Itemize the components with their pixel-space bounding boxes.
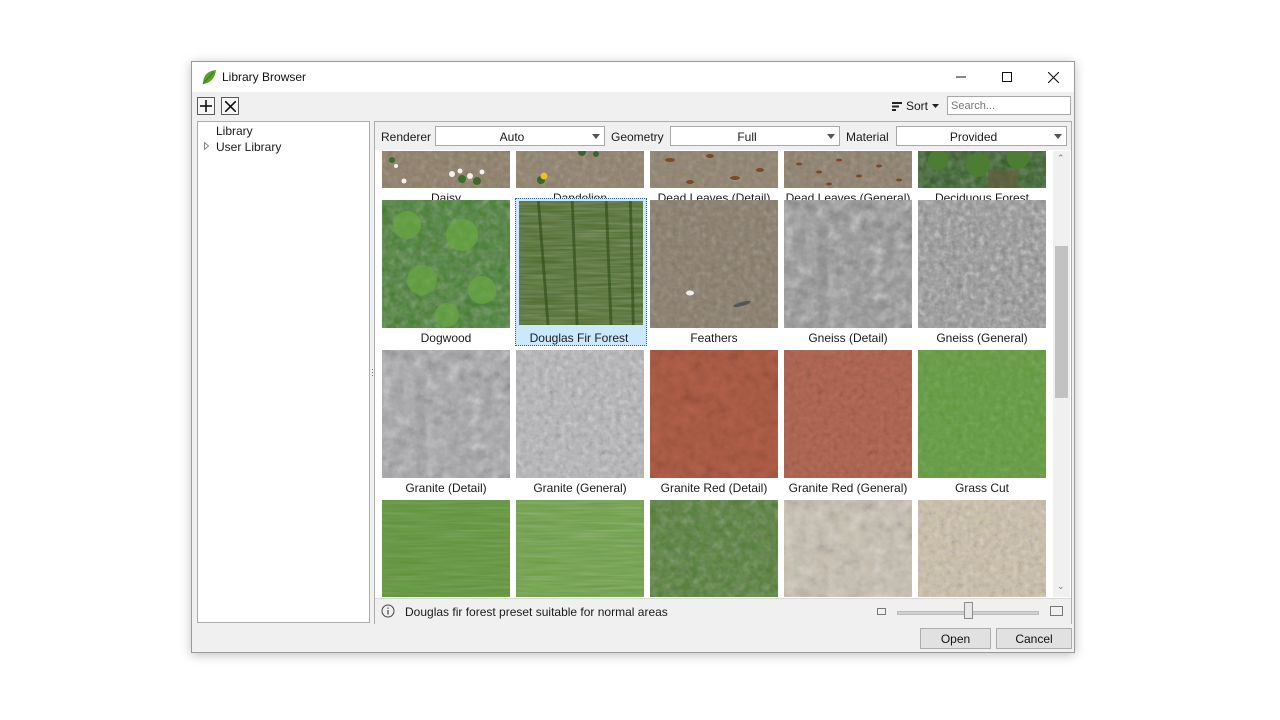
vertical-scrollbar[interactable]: ⌃ ⌄: [1053, 151, 1070, 597]
renderer-select[interactable]: Auto: [435, 126, 605, 146]
preset-tile-gneiss-detail[interactable]: Gneiss (Detail): [784, 200, 912, 350]
granite-red-general-thumbnail: [784, 350, 912, 478]
preset-tile-feathers[interactable]: Feathers: [650, 200, 778, 350]
dead-leaves-general-thumbnail: [784, 151, 912, 188]
preset-tile[interactable]: [516, 500, 644, 597]
douglas-fir-forest-thumbnail: [519, 201, 643, 325]
granite-red-detail-thumbnail: [650, 350, 778, 478]
tree-item-user-library[interactable]: User Library: [216, 140, 281, 154]
preset-grid: Daisy Dandelion Dead Leaves (Detail): [375, 151, 1053, 597]
open-button[interactable]: Open: [920, 628, 991, 649]
content-panel: Renderer Auto Geometry Full Material Pro…: [374, 121, 1072, 624]
material-label: Material: [846, 130, 889, 144]
preset-label: Douglas Fir Forest: [529, 331, 629, 345]
grass-tall-thumbnail: [516, 500, 644, 597]
status-bar: Douglas fir forest preset suitable for n…: [375, 598, 1071, 624]
geometry-select[interactable]: Full: [670, 126, 840, 146]
preset-label: Dogwood: [420, 331, 472, 345]
close-button[interactable]: [1030, 62, 1076, 92]
sort-label: Sort: [906, 99, 929, 113]
preset-label: Granite (General): [533, 481, 627, 495]
large-thumbnail-icon[interactable]: [1050, 606, 1063, 616]
preset-tile-grass-cut[interactable]: Grass Cut: [918, 350, 1046, 500]
geometry-label: Geometry: [611, 130, 664, 144]
grass-cut-thumbnail: [918, 350, 1046, 478]
preset-tile[interactable]: [650, 500, 778, 597]
add-button[interactable]: [197, 97, 215, 115]
preset-tile-granite-red-general[interactable]: Granite Red (General): [784, 350, 912, 500]
preset-label: Grass Cut: [954, 481, 1009, 495]
deciduous-forest-thumbnail: [918, 151, 1046, 188]
grass-thumbnail: [382, 500, 510, 597]
remove-button[interactable]: [221, 97, 239, 115]
scroll-down-icon[interactable]: ⌄: [1057, 581, 1065, 592]
dead-leaves-detail-thumbnail: [650, 151, 778, 188]
preset-label: Gneiss (Detail): [808, 331, 888, 345]
daisy-thumbnail: [382, 151, 510, 188]
preset-tile-dogwood[interactable]: Dogwood: [382, 200, 510, 350]
preset-tile-granite-general[interactable]: Granite (General): [516, 350, 644, 500]
rock-sand-thumbnail: [918, 500, 1046, 597]
chevron-down-icon: [827, 134, 835, 139]
chevron-down-icon: [592, 134, 600, 139]
preset-tile-granite-red-detail[interactable]: Granite Red (Detail): [650, 350, 778, 500]
preset-tile-douglas-fir-forest[interactable]: Douglas Fir Forest: [515, 198, 647, 346]
preset-tile-granite-detail[interactable]: Granite (Detail): [382, 350, 510, 500]
close-x-icon: [224, 100, 236, 112]
gneiss-general-thumbnail: [918, 200, 1046, 328]
caret-down-icon: [932, 104, 940, 108]
dandelion-thumbnail: [516, 151, 644, 188]
scrollbar-thumb[interactable]: [1055, 246, 1068, 398]
preset-label: Granite Red (Detail): [660, 481, 768, 495]
title-bar: Library Browser: [192, 62, 1074, 92]
dogwood-thumbnail: [382, 200, 510, 328]
minimize-button[interactable]: [938, 62, 984, 92]
expand-arrow-icon[interactable]: [204, 142, 209, 150]
shrub-thumbnail: [650, 500, 778, 597]
granite-detail-thumbnail: [382, 350, 510, 478]
filter-bar: Renderer Auto Geometry Full Material Pro…: [375, 122, 1071, 150]
window-title: Library Browser: [222, 70, 307, 84]
status-text: Douglas fir forest preset suitable for n…: [405, 605, 668, 619]
scroll-up-icon[interactable]: ⌃: [1057, 153, 1065, 164]
library-tree: Library User Library: [197, 121, 370, 623]
gneiss-detail-thumbnail: [784, 200, 912, 328]
granite-general-thumbnail: [516, 350, 644, 478]
sort-lines-icon: [892, 101, 902, 111]
rock-light-thumbnail: [784, 500, 912, 597]
preset-tile[interactable]: [784, 500, 912, 597]
renderer-label: Renderer: [381, 130, 432, 144]
preset-tile[interactable]: [918, 500, 1046, 597]
search-input[interactable]: [947, 96, 1071, 115]
feathers-thumbnail: [650, 200, 778, 328]
small-thumbnail-icon[interactable]: [877, 608, 886, 615]
tree-item-library[interactable]: Library: [216, 124, 253, 138]
cancel-button[interactable]: Cancel: [996, 628, 1072, 649]
preset-label: Feathers: [690, 331, 738, 345]
plus-icon: [200, 100, 212, 112]
maximize-button[interactable]: [984, 62, 1030, 92]
sort-button[interactable]: Sort: [892, 99, 940, 113]
preset-tile[interactable]: [382, 500, 510, 597]
material-select[interactable]: Provided: [896, 126, 1067, 146]
preset-label: Gneiss (General): [936, 331, 1028, 345]
preset-tile-gneiss-general[interactable]: Gneiss (General): [918, 200, 1046, 350]
library-browser-window: Library Browser Sort Library User Librar…: [191, 61, 1075, 653]
preset-label: Granite Red (General): [788, 481, 908, 495]
leaf-icon: [201, 69, 217, 85]
preset-label: Granite (Detail): [405, 481, 487, 495]
chevron-down-icon: [1054, 134, 1062, 139]
info-icon: [381, 604, 395, 618]
slider-handle[interactable]: [963, 602, 973, 619]
